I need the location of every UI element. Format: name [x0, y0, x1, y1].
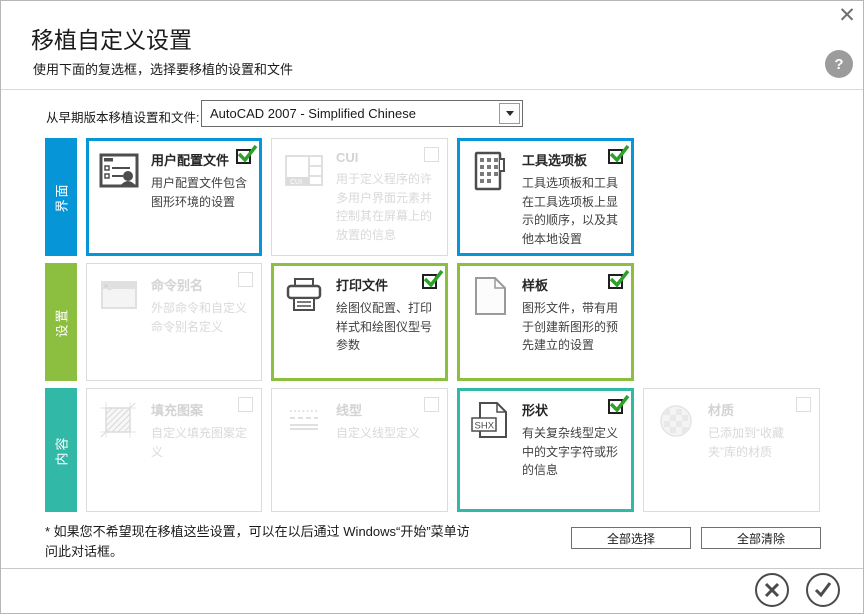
card-checkbox[interactable]: [422, 269, 444, 289]
svg-text:>_: >_: [104, 283, 112, 290]
chevron-down-icon[interactable]: [499, 103, 520, 124]
card-checkbox[interactable]: [608, 144, 630, 164]
category-label-settings: 设置: [45, 263, 77, 381]
template-file-icon: [468, 274, 512, 318]
cancel-x-icon: [764, 582, 780, 598]
material-icon: [654, 399, 698, 443]
hatch-pattern-icon: [97, 399, 141, 443]
page-subtitle: 使用下面的复选框，选择要移植的设置和文件: [33, 62, 294, 77]
clear-all-button[interactable]: 全部清除: [701, 527, 821, 549]
linetype-icon: [282, 399, 326, 443]
card-checkbox[interactable]: [238, 272, 253, 287]
card-templates[interactable]: 样板 图形文件，带有用于创建新图形的预先建立的设置: [457, 263, 634, 381]
card-cui[interactable]: CUI CUI 用于定义程序的许多用户界面元素并控制其在屏幕上的放置的信息: [271, 138, 448, 256]
card-materials[interactable]: 材质 已添加到“收藏夹”库的材质: [643, 388, 820, 512]
footnote-line-1: * 如果您不希望现在移植这些设置，可以在以后通过 Windows“开始”菜单访: [45, 524, 470, 539]
card-description: 自定义填充图案定义: [151, 426, 248, 459]
card-checkbox[interactable]: [796, 397, 811, 412]
card-description: 用于定义程序的许多用户界面元素并控制其在屏幕上的放置的信息: [336, 172, 433, 242]
confirm-button[interactable]: [806, 573, 840, 607]
card-description: 用户配置文件包含图形环境的设置: [151, 176, 248, 209]
category-label-content: 内容: [45, 388, 77, 512]
card-tool-palettes[interactable]: 工具选项板 工具选项板和工具在工具选项板上显示的顺序，以及其他本地设置: [457, 138, 634, 256]
card-checkbox[interactable]: [238, 397, 253, 412]
card-description: 自定义线型定义: [336, 426, 421, 440]
header-divider: [1, 89, 863, 90]
card-linetypes[interactable]: 线型 自定义线型定义: [271, 388, 448, 512]
card-checkbox[interactable]: [424, 397, 439, 412]
card-checkbox[interactable]: [236, 144, 258, 164]
card-shapes[interactable]: SHX 形状 有关复杂线型定义中的文字字符或形的信息: [457, 388, 634, 512]
source-version-select[interactable]: AutoCAD 2007 - Simplified Chinese: [201, 100, 523, 127]
card-user-profiles[interactable]: 用户配置文件 用户配置文件包含图形环境的设置: [86, 138, 262, 256]
card-command-aliases[interactable]: >_ 命令别名 外部命令和自定义命令别名定义: [86, 263, 262, 381]
tool-palette-icon: [468, 149, 512, 193]
printer-icon: [282, 274, 326, 318]
svg-text:SHX: SHX: [475, 421, 495, 432]
footnote-line-2: 问此对话框。: [45, 544, 124, 560]
help-button[interactable]: ?: [825, 50, 853, 78]
card-description: 外部命令和自定义命令别名定义: [151, 301, 248, 334]
source-version-value: AutoCAD 2007 - Simplified Chinese: [210, 106, 416, 121]
cancel-button[interactable]: [755, 573, 789, 607]
source-version-label: 从早期版本移植设置和文件:: [46, 111, 200, 125]
migrate-custom-settings-dialog: 移植自定义设置 使用下面的复选框，选择要移植的设置和文件 ✕ ? 从早期版本移植…: [0, 0, 864, 614]
card-description: 图形文件，带有用于创建新图形的预先建立的设置: [522, 301, 619, 353]
user-profile-icon: [97, 149, 141, 193]
shape-shx-icon: SHX: [468, 399, 512, 443]
cards-grid: 界面 设置 内容 用户配置文件 用户配置文件包含图形环境的设置 CUI CUI …: [45, 138, 820, 512]
footer-divider: [1, 568, 863, 569]
card-hatch-patterns[interactable]: 填充图案 自定义填充图案定义: [86, 388, 262, 512]
page-title: 移植自定义设置: [31, 27, 192, 53]
card-description: 已添加到“收藏夹”库的材质: [708, 426, 784, 459]
card-description: 工具选项板和工具在工具选项板上显示的顺序，以及其他本地设置: [522, 176, 619, 246]
close-icon[interactable]: ✕: [835, 3, 859, 27]
card-checkbox[interactable]: [608, 269, 630, 289]
card-plot-files[interactable]: 打印文件 绘图仪配置、打印样式和绘图仪型号参数: [271, 263, 448, 381]
card-checkbox[interactable]: [424, 147, 439, 162]
card-checkbox[interactable]: [608, 394, 630, 414]
svg-text:CUI: CUI: [290, 179, 302, 186]
cui-icon: CUI: [282, 149, 326, 193]
confirm-check-icon: [814, 582, 832, 598]
card-description: 有关复杂线型定义中的文字字符或形的信息: [522, 426, 619, 478]
select-all-button[interactable]: 全部选择: [571, 527, 691, 549]
command-alias-icon: >_: [97, 274, 141, 318]
card-description: 绘图仪配置、打印样式和绘图仪型号参数: [336, 301, 433, 353]
footnote: * 如果您不希望现在移植这些设置，可以在以后通过 Windows“开始”菜单访 …: [45, 522, 470, 562]
category-label-interface: 界面: [45, 138, 77, 256]
